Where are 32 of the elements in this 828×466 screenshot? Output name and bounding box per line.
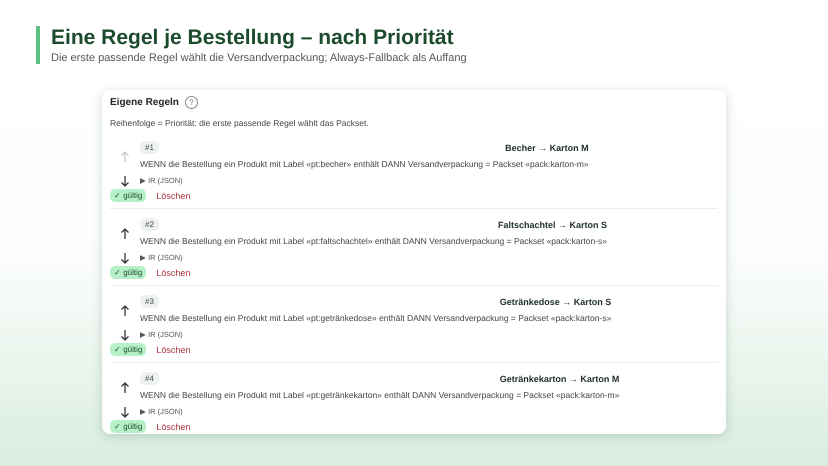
status-badge: ✓ gültig xyxy=(110,420,146,433)
panel-title: Eigene Regeln xyxy=(110,97,179,108)
rule-number: #1 xyxy=(140,141,159,154)
down-arrow-icon[interactable] xyxy=(120,252,130,264)
page-subtitle: Die erste passende Regel wählt die Versandverpackung; Always-Fallback als Auffang xyxy=(51,52,468,64)
status-badge: ✓ gültig xyxy=(110,189,146,202)
rule-name: Faltschachtel → Karton S xyxy=(498,220,608,230)
status-badge: ✓ gültig xyxy=(110,266,146,279)
up-arrow-icon[interactable] xyxy=(120,305,130,317)
delete-link[interactable]: Löschen xyxy=(156,190,190,200)
rule-name: Becher → Karton M xyxy=(505,142,589,152)
panel-description: Reihenfolge = Priorität: die erste passende Regel wählt das Packset. xyxy=(110,118,370,128)
up-arrow-icon[interactable] xyxy=(120,382,130,394)
status-badge: ✓ gültig xyxy=(110,343,146,356)
rule-number: #2 xyxy=(140,218,159,231)
delete-link[interactable]: Löschen xyxy=(156,344,190,354)
down-arrow-icon[interactable] xyxy=(120,406,130,418)
rule-number: #3 xyxy=(140,295,159,308)
rule-text: WENN die Bestellung ein Produkt mit Label «pt:getränkedose» enthält DANN Versandverpackung = Packset «pack:karton-s» xyxy=(140,313,612,323)
help-icon[interactable]: ? xyxy=(184,96,198,109)
rule-text: WENN die Bestellung ein Produkt mit Label «pt:faltschachtel» enthält DANN Versandverpackung = Packset «pack:karton-s» xyxy=(140,236,608,246)
down-arrow-icon[interactable] xyxy=(120,175,130,187)
delete-link[interactable]: Löschen xyxy=(156,422,190,432)
rule-text: WENN die Bestellung ein Produkt mit Label «pt:getränkekarton» enthält DANN Versandverpackung = Packset «pack:karton-m» xyxy=(140,390,620,400)
delete-link[interactable]: Löschen xyxy=(156,268,190,278)
rule-name: Getränkekarton → Karton M xyxy=(500,374,620,384)
rule-text: WENN die Bestellung ein Produkt mit Label «pt:becher» enthält DANN Versandverpackung = Packset «pack:karton-m» xyxy=(140,159,589,169)
rule-number: #4 xyxy=(140,372,159,385)
up-arrow-icon[interactable] xyxy=(120,228,130,240)
page-title: Eine Regel je Bestellung – nach Priorität xyxy=(51,26,455,50)
down-arrow-icon[interactable] xyxy=(120,329,130,341)
rule-name: Getränkedose → Karton S xyxy=(500,296,612,306)
